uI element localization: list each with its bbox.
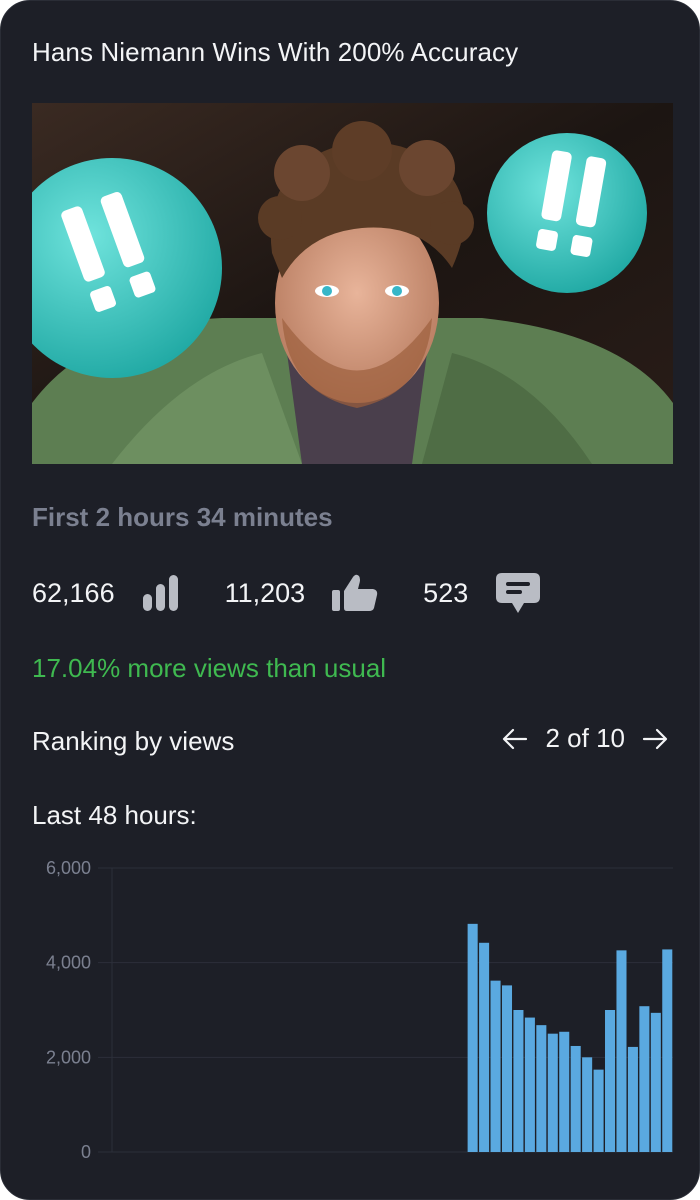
thumbs-up-icon (331, 573, 379, 613)
chart-bar[interactable] (490, 980, 501, 1152)
performance-note: 17.04% more views than usual (32, 653, 387, 683)
y-tick-label: 0 (81, 1142, 91, 1162)
chart-bar[interactable] (479, 942, 490, 1152)
chart-period-label: Last 48 hours: (32, 800, 197, 830)
y-tick-label: 2,000 (46, 1047, 91, 1067)
chart-bar[interactable] (524, 1017, 535, 1152)
video-title[interactable]: Hans Niemann Wins With 200% Accuracy (32, 37, 518, 68)
likes-count: 11,203 (224, 577, 306, 608)
bar-chart-icon (141, 573, 181, 613)
comments-count: 523 (423, 577, 469, 608)
chart-bar[interactable] (559, 1031, 570, 1152)
chart-bar[interactable] (582, 1057, 593, 1152)
previous-arrow-icon[interactable] (501, 725, 529, 753)
comment-icon (494, 571, 542, 615)
chart-bar[interactable] (627, 1046, 638, 1152)
video-thumbnail[interactable] (32, 103, 673, 464)
chart-bar[interactable] (570, 1045, 581, 1152)
chart-bar[interactable] (501, 985, 513, 1152)
ranking-pager: 2 of 10 (501, 723, 669, 754)
y-tick-label: 4,000 (46, 953, 91, 973)
chart-bar[interactable] (536, 1025, 547, 1152)
chart-bar[interactable] (547, 1033, 558, 1152)
stats-row: 62,166 11,203 523 (32, 569, 586, 617)
y-tick-label: 6,000 (46, 858, 91, 878)
chart-bar[interactable] (639, 1006, 650, 1152)
views-bar-chart: 0 2,000 4,000 6,000 (46, 858, 673, 1162)
ranking-label: Ranking by views (32, 726, 235, 756)
time-window-label: First 2 hours 34 minutes (32, 502, 333, 532)
video-stats-card: Hans Niemann Wins With 200% Accuracy Fir… (0, 0, 700, 1200)
chart-bar[interactable] (513, 1010, 524, 1152)
views-count: 62,166 (32, 577, 115, 608)
chart-bar[interactable] (605, 1010, 616, 1152)
chart-bar[interactable] (467, 923, 478, 1152)
ranking-position: 2 of 10 (545, 723, 625, 753)
chart-bar[interactable] (616, 950, 627, 1152)
next-arrow-icon[interactable] (641, 725, 669, 753)
chart-bar[interactable] (593, 1069, 604, 1152)
chart-bar[interactable] (650, 1012, 661, 1152)
chart-bar[interactable] (662, 949, 673, 1152)
